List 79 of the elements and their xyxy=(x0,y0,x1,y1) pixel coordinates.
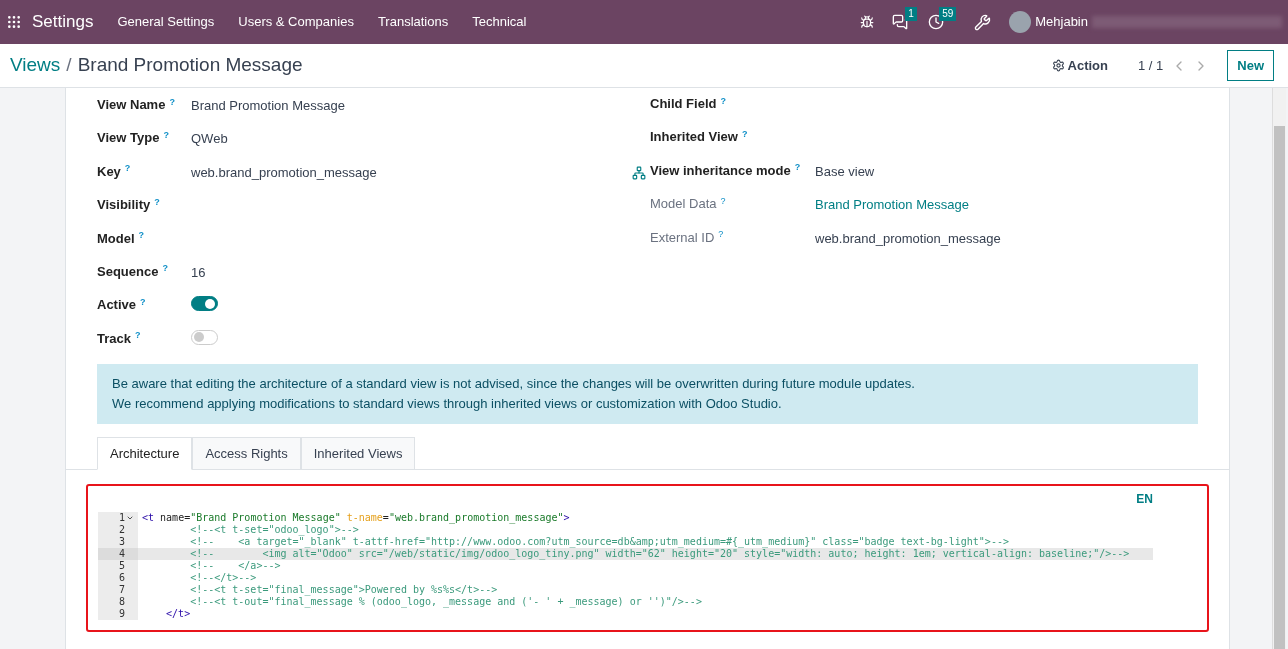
field-value: Brand Promotion Message xyxy=(191,97,345,115)
code-line: <!--<t t-set="final_message">Powered by %s%s</t>--> xyxy=(189,584,498,597)
field-label: Track $^{?}$ xyxy=(97,329,142,348)
help-icon[interactable]: ? xyxy=(718,229,724,240)
code-line: <!-- <img alt="Odoo" src="/web/static/img/odoo_logo_tiny.png" width="62" height="20" style="width: auto; height: 1em; vertical-align: baseline;"/>--> xyxy=(189,548,1130,561)
alert-text: We recommend applying modifications to standard views through inherited views or customization with Odoo Studio. xyxy=(112,395,783,414)
help-icon[interactable]: ? xyxy=(162,263,168,274)
line-number: 1 xyxy=(118,512,125,525)
code-line: </t> xyxy=(165,608,191,621)
user-name[interactable]: Mehjabin xyxy=(1035,12,1088,32)
line-number: 8 xyxy=(118,596,125,609)
code-line: <!--<t t-out="final_message % (odoo_logo, _message and ('- ' + _message) or '')"/>--> xyxy=(190,596,702,609)
help-icon[interactable]: ? xyxy=(720,195,726,206)
line-number: 2 xyxy=(118,524,125,537)
help-icon[interactable]: ? xyxy=(138,230,145,241)
field-label: Active $^{?}$ xyxy=(97,295,147,315)
field-label: Visibility $^{?}$ xyxy=(97,195,161,215)
help-icon[interactable]: ? xyxy=(124,163,131,174)
nav-menu-item[interactable]: Users & Companies xyxy=(226,12,366,32)
code-line: <!--</t>--> xyxy=(189,572,257,585)
field-label: Key $^{?}$ xyxy=(97,162,132,181)
breadcrumb-link[interactable]: Views xyxy=(10,51,61,80)
breadcrumb-current: Brand Promotion Message xyxy=(77,53,303,78)
field-value: Base view xyxy=(815,162,875,181)
code-line: <!-- <a target="_blank" t-attf-href="http://www.odoo.com?utm_source=db&amp;utm_medium=#{_utm_medium}" class="badge text-bg-light">--> xyxy=(189,536,1009,549)
nav-menu-item[interactable]: General Settings xyxy=(105,12,227,32)
help-icon[interactable]: ? xyxy=(135,330,141,341)
line-number: 9 xyxy=(118,608,125,621)
form-tab[interactable]: Access Rights xyxy=(192,437,301,471)
breadcrumb-separator: / xyxy=(66,53,72,78)
field-link[interactable]: Brand Promotion Message xyxy=(815,195,969,215)
line-number: 7 xyxy=(118,584,125,597)
field-label: View inheritance mode $^{?}$ xyxy=(650,161,802,180)
field-label: Model Data $^{?}$ xyxy=(650,194,727,214)
line-number: 4 xyxy=(118,548,125,561)
field-label: Sequence $^{?}$ xyxy=(97,262,169,281)
code-line: <!--<t t-set="odoo_logo">--> xyxy=(189,524,359,537)
help-icon[interactable]: ? xyxy=(154,196,160,207)
help-icon[interactable]: ? xyxy=(794,162,801,173)
action-button[interactable]: Action xyxy=(1051,55,1108,76)
field-label: Child Field $^{?}$ xyxy=(650,94,727,113)
code-line: <t name="Brand Promotion Message" t-name="web.brand_promotion_message"> xyxy=(141,512,570,525)
apps-menu-icon[interactable] xyxy=(6,14,22,30)
pager-value: 1 / 1 xyxy=(1137,56,1164,75)
field-label: External ID $^{?}$ xyxy=(650,228,725,247)
field-value: QWeb xyxy=(191,130,228,149)
field-label: View Type $^{?}$ xyxy=(97,128,170,148)
field-value: web.brand_promotion_message xyxy=(815,229,1001,248)
hierarchy-icon[interactable] xyxy=(632,165,646,180)
field-label: Model $^{?}$ xyxy=(97,229,146,248)
app-title[interactable]: Settings xyxy=(32,9,94,35)
tools-icon[interactable] xyxy=(974,13,992,31)
line-number: 5 xyxy=(118,560,125,573)
form-tab[interactable]: Inherited Views xyxy=(300,437,416,471)
language-label[interactable]: EN xyxy=(1136,490,1153,509)
toggle-switch[interactable] xyxy=(191,296,218,312)
help-icon[interactable]: ? xyxy=(741,128,748,139)
help-icon[interactable]: ? xyxy=(140,296,146,307)
field-label: View Name $^{?}$ xyxy=(97,95,176,114)
form-tab[interactable]: Architecture xyxy=(97,437,193,471)
line-number: 6 xyxy=(118,572,125,585)
gear-icon xyxy=(1051,59,1065,72)
help-icon[interactable]: ? xyxy=(163,129,169,140)
debug-icon[interactable] xyxy=(860,15,875,29)
help-icon[interactable]: ? xyxy=(720,95,726,106)
field-value: 16 xyxy=(191,263,206,282)
count-badge: 1 xyxy=(905,7,917,21)
field-label: Inherited View $^{?}$ xyxy=(650,127,749,147)
scrollbar[interactable] xyxy=(1272,88,1286,649)
help-icon[interactable]: ? xyxy=(169,96,175,107)
messages-icon[interactable] xyxy=(892,14,909,30)
alert-text: Be aware that editing the architecture of a standard view is not advised, since the changes will be overwritten during future module updates. xyxy=(112,375,916,394)
field-value: web.brand_promotion_message xyxy=(191,163,377,182)
line-number: 3 xyxy=(118,536,125,549)
nav-menu-item[interactable]: Translations xyxy=(365,12,461,32)
new-button[interactable]: New xyxy=(1227,50,1274,81)
code-line: <!-- </a>--> xyxy=(189,560,281,573)
count-badge: 59 xyxy=(939,7,957,21)
nav-menu-item[interactable]: Technical xyxy=(460,12,539,32)
